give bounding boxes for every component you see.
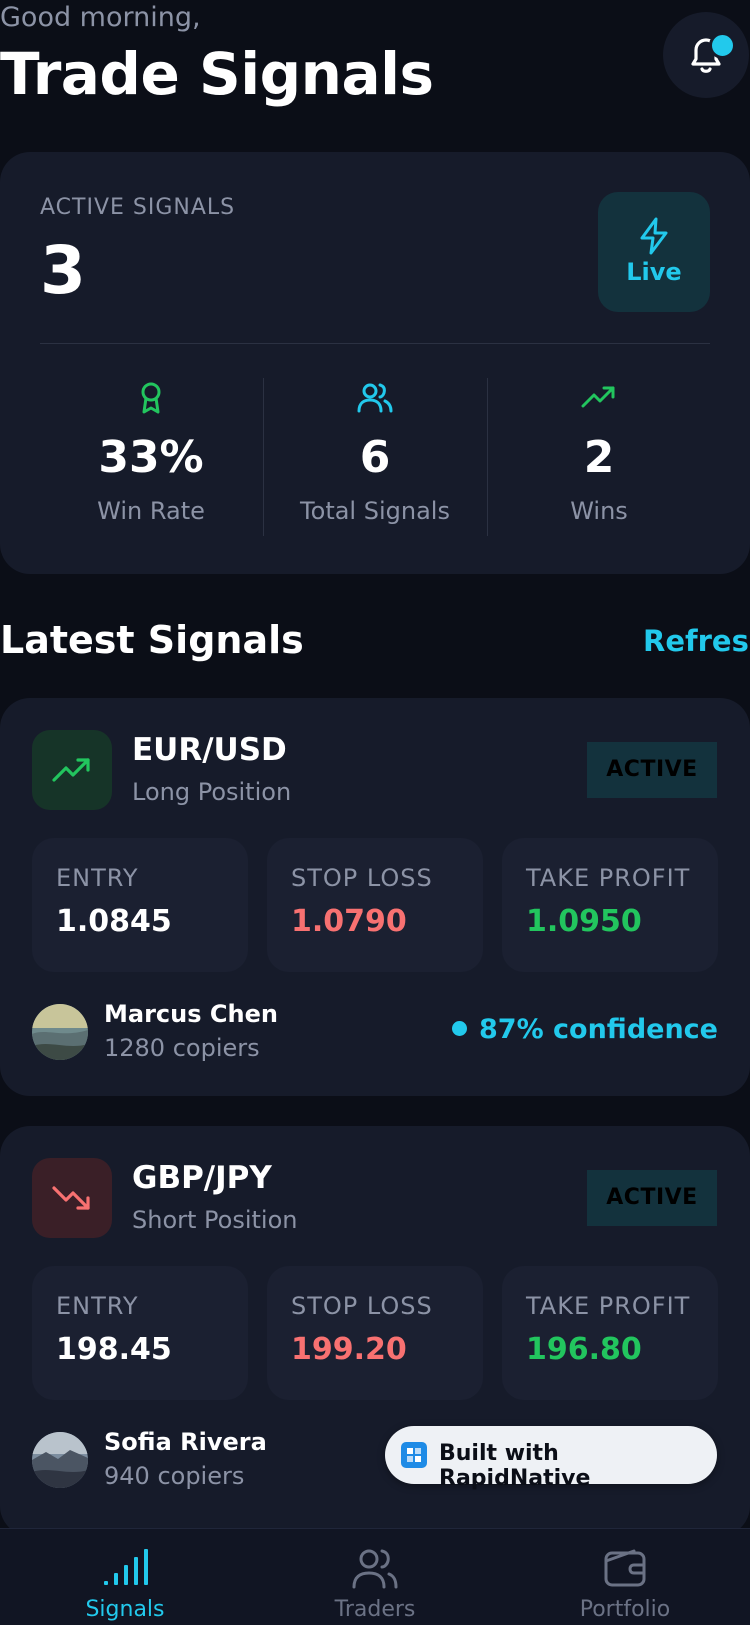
avatar[interactable] [32,1004,88,1060]
award-icon [141,382,161,414]
tab-signals[interactable]: Signals [0,1529,250,1625]
page-title: Trade Signals [0,40,434,108]
tab-label: Traders [334,1597,416,1622]
active-signals-label: ACTIVE SIGNALS [40,195,236,220]
total-signals-label: Total Signals [300,497,450,525]
entry-label: ENTRY [56,864,139,892]
live-label: Live [626,258,682,286]
tab-label: Signals [85,1597,165,1622]
bottom-tab-bar: Signals Traders Portfolio [0,1528,750,1625]
take-profit-label: TAKE PROFIT [526,864,691,892]
signal-direction-icon [32,1158,112,1238]
users-icon [357,383,393,413]
take-profit-box: TAKE PROFIT 1.0950 [502,838,718,972]
entry-value: 198.45 [56,1332,172,1367]
entry-box: ENTRY 198.45 [32,1266,248,1400]
live-indicator[interactable]: Live [598,192,710,312]
refresh-button[interactable]: Refresh [643,624,750,658]
tab-label: Portfolio [579,1597,671,1622]
signal-card[interactable]: EUR/USD Long Position ACTIVE ENTRY 1.084… [0,698,750,1096]
bell-icon [691,38,721,73]
signal-bars-icon [104,1549,148,1585]
status-badge: ACTIVE [587,1170,717,1226]
entry-label: ENTRY [56,1292,139,1320]
notification-button[interactable] [663,12,749,98]
currency-pair: EUR/USD [132,732,287,768]
users-icon [352,1549,398,1589]
greeting-text: Good morning, [0,2,201,33]
win-rate-label: Win Rate [97,497,205,525]
built-with-badge[interactable]: Built with RapidNative [385,1426,717,1491]
stop-loss-value: 1.0790 [291,904,407,939]
stop-loss-label: STOP LOSS [291,1292,433,1320]
trader-name[interactable]: Marcus Chen [104,1000,278,1028]
position-type: Short Position [132,1206,298,1234]
section-title: Latest Signals [0,618,304,662]
take-profit-value: 196.80 [526,1332,642,1367]
stop-loss-value: 199.20 [291,1332,407,1367]
wallet-icon [604,1549,646,1587]
wins-value: 2 [583,432,615,483]
trending-up-icon [52,758,90,782]
entry-value: 1.0845 [56,904,172,939]
take-profit-box: TAKE PROFIT 196.80 [502,1266,718,1400]
built-with-label: Built with RapidNative [439,1441,591,1491]
stat-total-signals: 6 Total Signals [263,380,487,525]
active-signals-value: 3 [40,232,86,309]
lightning-icon [640,217,668,255]
stop-loss-box: STOP LOSS 1.0790 [267,838,483,972]
stat-win-rate: 33% Win Rate [39,380,263,525]
entry-box: ENTRY 1.0845 [32,838,248,972]
total-signals-value: 6 [359,432,391,483]
take-profit-label: TAKE PROFIT [526,1292,691,1320]
confidence-indicator: 87% confidence [452,1014,718,1045]
tab-traders[interactable]: Traders [250,1529,500,1625]
currency-pair: GBP/JPY [132,1160,272,1196]
wins-label: Wins [570,497,628,525]
win-rate-value: 33% [98,432,204,483]
trending-up-icon [581,386,615,408]
stats-divider [40,343,710,344]
position-type: Long Position [132,778,292,806]
stop-loss-label: STOP LOSS [291,864,433,892]
trader-name[interactable]: Sofia Rivera [104,1428,267,1456]
notification-dot [709,32,736,59]
rapidnative-logo-icon [401,1442,427,1468]
confidence-text: 87% confidence [479,1014,718,1045]
avatar[interactable] [32,1432,88,1488]
signal-direction-icon [32,730,112,810]
stats-card: ACTIVE SIGNALS 3 Live 33% Win Rate 6 Tot… [0,152,750,574]
trader-copiers: 1280 copiers [104,1034,260,1062]
tab-portfolio[interactable]: Portfolio [500,1529,750,1625]
take-profit-value: 1.0950 [526,904,642,939]
stop-loss-box: STOP LOSS 199.20 [267,1266,483,1400]
status-badge: ACTIVE [587,742,717,798]
confidence-dot [452,1021,467,1036]
trending-down-icon [52,1186,90,1210]
stat-wins: 2 Wins [487,380,711,525]
trader-copiers: 940 copiers [104,1462,245,1490]
